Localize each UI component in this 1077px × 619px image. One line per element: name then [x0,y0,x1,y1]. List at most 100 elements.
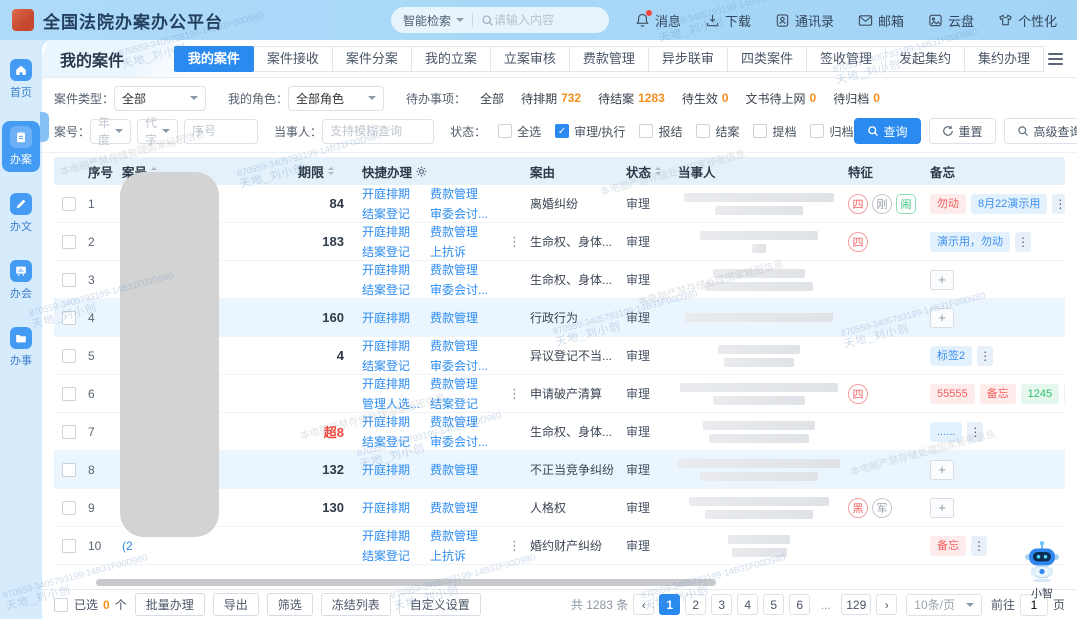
sort-icon[interactable] [328,167,334,175]
todo-item[interactable]: 待归档0 [833,90,880,107]
memo-tag[interactable]: 1245 [1021,384,1059,404]
footer-button[interactable]: 自定义设置 [399,593,481,616]
todo-item[interactable]: 文书待上网0 [746,90,817,107]
action-link[interactable]: 结案登记 [362,205,424,222]
tab[interactable]: 案件接收 [253,46,333,72]
advanced-search-button[interactable]: 高级查询 [1004,118,1077,144]
row-checkbox[interactable] [62,501,76,515]
more-actions-icon[interactable]: ⋮ [506,386,523,402]
action-link[interactable]: 结案登记 [362,281,424,298]
nav-contacts[interactable]: 通讯录 [775,11,834,30]
nav-mail[interactable]: 邮箱 [858,11,904,30]
status-checkbox[interactable]: 提档 [753,123,796,140]
nav-download[interactable]: 下载 [705,11,751,30]
page-size-select[interactable]: 10条/页 [906,594,982,616]
status-checkbox[interactable]: ✓审理/执行 [555,123,625,140]
page-button[interactable]: 5 [763,594,784,615]
action-link[interactable]: 开庭排期 [362,185,424,202]
global-search[interactable]: 智能检索 [391,7,609,33]
next-page-button[interactable]: › [876,594,897,615]
status-checkbox[interactable]: 全选 [498,123,541,140]
horizontal-scrollbar[interactable] [96,579,716,586]
memo-add-button[interactable]: + [930,270,954,290]
memo-more-icon[interactable]: ⋮ [1064,384,1065,404]
action-link[interactable]: 费款管理 [430,413,502,430]
memo-add-button[interactable]: + [930,498,954,518]
sidebar-item-meeting[interactable]: 办会 [2,255,40,306]
todo-item[interactable]: 待排期732 [521,90,581,107]
case-type-select[interactable]: 全部 [114,86,206,111]
footer-button[interactable]: 批量办理 [135,593,205,616]
tab[interactable]: 四类案件 [727,46,807,72]
action-link[interactable]: 费款管理 [430,499,502,516]
action-link[interactable]: 结案登记 [362,357,424,374]
page-button[interactable]: 3 [711,594,732,615]
action-link[interactable]: 费款管理 [430,337,502,354]
tab[interactable]: 我的立案 [411,46,491,72]
tab[interactable]: 立案审核 [490,46,570,72]
action-link[interactable]: 开庭排期 [362,261,424,278]
nav-clouddisk[interactable]: 云盘 [928,11,974,30]
action-link[interactable]: 结案登记 [362,243,424,260]
action-link[interactable]: 开庭排期 [362,527,424,544]
nav-message[interactable]: 消息 [635,11,681,30]
action-link[interactable]: 审委会讨... [430,357,502,374]
search-input[interactable] [494,13,586,27]
action-link[interactable]: 开庭排期 [362,309,424,326]
action-link[interactable]: 费款管理 [430,527,502,544]
row-checkbox[interactable] [62,235,76,249]
nav-personalize[interactable]: 个性化 [998,11,1057,30]
row-checkbox[interactable] [62,463,76,477]
more-actions-icon[interactable]: ⋮ [506,234,523,250]
memo-tag[interactable]: 备忘 [980,384,1016,404]
prev-page-button[interactable]: ‹ [633,594,654,615]
tab[interactable]: 异步联审 [648,46,728,72]
action-link[interactable]: 费款管理 [430,261,502,278]
memo-more-icon[interactable]: ⋮ [971,536,987,556]
action-link[interactable]: 开庭排期 [362,337,424,354]
tab[interactable]: 发起集约 [885,46,965,72]
page-button[interactable]: 129 [841,594,871,615]
page-button[interactable]: 2 [685,594,706,615]
party-input[interactable] [322,119,434,144]
column-header[interactable]: 快捷办理 [358,162,526,181]
action-link[interactable]: 费款管理 [430,309,502,326]
seq-input[interactable] [184,119,258,144]
action-link[interactable]: 开庭排期 [362,499,424,516]
search-mode-select[interactable]: 智能检索 [403,12,451,29]
tab[interactable]: 签收管理 [806,46,886,72]
row-checkbox[interactable] [62,539,76,553]
row-checkbox[interactable] [62,197,76,211]
role-select[interactable]: 全部角色 [288,86,384,111]
memo-more-icon[interactable]: ⋮ [977,346,993,366]
action-link[interactable]: 开庭排期 [362,223,424,240]
sidebar-item-affairs[interactable]: 办事 [2,322,40,373]
sidebar-item-home[interactable]: 首页 [2,54,40,105]
todo-item[interactable]: 待结案1283 [598,90,665,107]
todo-item[interactable]: 待生效0 [682,90,729,107]
page-button[interactable]: 4 [737,594,758,615]
tab[interactable]: 费款管理 [569,46,649,72]
todo-item[interactable]: 全部 [480,90,504,107]
row-checkbox[interactable] [62,425,76,439]
action-link[interactable]: 开庭排期 [362,461,424,478]
memo-add-button[interactable]: + [930,460,954,480]
tab[interactable]: 集约办理 [964,46,1044,72]
page-button[interactable]: 6 [789,594,810,615]
action-link[interactable]: 费款管理 [430,461,502,478]
action-link[interactable]: 审委会讨... [430,281,502,298]
action-link[interactable]: 开庭排期 [362,413,424,430]
more-actions-icon[interactable]: ⋮ [506,538,523,554]
status-checkbox[interactable]: 结案 [696,123,739,140]
column-header[interactable]: 期限 [294,162,358,181]
memo-tag[interactable]: 55555 [930,384,975,404]
year-select[interactable]: 年度 [90,119,131,144]
row-checkbox[interactable] [62,273,76,287]
gear-icon[interactable] [416,166,427,177]
sidebar-item-case[interactable]: 办案 [2,121,40,172]
memo-tag[interactable]: 8月22演示用 [971,194,1047,214]
select-all-checkbox[interactable] [54,598,68,612]
action-link[interactable]: 结案登记 [362,547,424,564]
action-link[interactable]: 费款管理 [430,185,502,202]
action-link[interactable]: 结案登记 [362,433,424,450]
